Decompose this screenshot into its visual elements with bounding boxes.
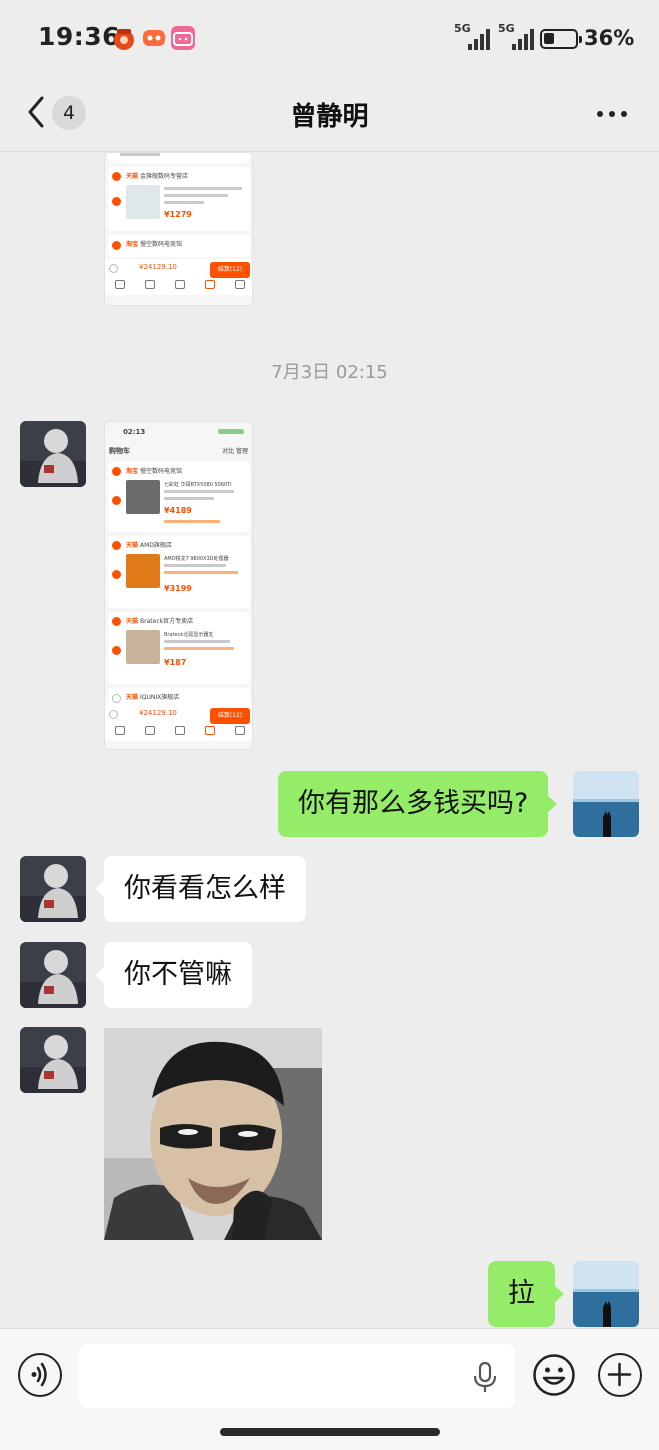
- more-button[interactable]: [594, 100, 630, 128]
- emoji-button[interactable]: [532, 1353, 576, 1397]
- microphone-icon[interactable]: [472, 1361, 498, 1393]
- chat-timestamp: 7月3日 02:15: [271, 362, 388, 383]
- status-time: 19:36: [38, 22, 121, 51]
- cart-store-card: 天猫 AMD旗舰店 AMD锐龙7 9800X3D处理器 ¥3199: [108, 536, 250, 608]
- plus-icon: [607, 1362, 632, 1387]
- shopping-cart-screenshot-image[interactable]: 天猫 金旗舰数码专营店 ¥1279 淘宝 慢空数码电竞馆 ¥24129.10 结算(…: [104, 152, 253, 306]
- battery-percent: 36%: [584, 26, 635, 50]
- home-indicator[interactable]: [220, 1428, 440, 1436]
- voice-icon: [31, 1362, 47, 1387]
- voice-button[interactable]: [18, 1353, 62, 1397]
- app-notification-icon: [112, 26, 136, 50]
- contact-avatar[interactable]: [20, 856, 86, 922]
- contact-avatar[interactable]: [20, 942, 86, 1008]
- self-avatar[interactable]: [573, 771, 639, 837]
- status-bar: 19:36 5G 5G 36%: [38, 22, 635, 51]
- message-bubble-sent[interactable]: 拉: [488, 1261, 564, 1327]
- shopping-cart-screenshot-image[interactable]: 02:13 购物车 对比 管理 淘宝 慢空数码电竞馆 七彩虹 华硕RTX5080 …: [104, 421, 253, 750]
- emoji-icon: [533, 1354, 575, 1396]
- battery-icon: [540, 29, 582, 49]
- self-avatar[interactable]: [573, 1261, 639, 1327]
- cart-store-card: 天猫 Brateck官方专卖店 Brateck北弧显示器支 ¥187: [108, 612, 250, 684]
- game-app-icon: [142, 26, 166, 50]
- chat-header: 4 曾静明: [0, 78, 659, 152]
- cart-store-card: 淘宝 慢空数码电竞馆: [108, 235, 250, 257]
- message-bubble-sent[interactable]: 你有那么多钱买吗?: [278, 771, 558, 837]
- cart-store-card: 淘宝 慢空数码电竞馆 七彩虹 华硕RTX5080 5060Ti ¥4189: [108, 462, 250, 532]
- plus-button[interactable]: [598, 1353, 642, 1397]
- cart-footer: ¥24129.10 结算(12): [105, 705, 252, 741]
- message-input[interactable]: [79, 1344, 515, 1408]
- message-bubble-received[interactable]: 你不管嘛: [95, 942, 252, 1008]
- chat-title: 曾静明: [290, 102, 369, 132]
- more-dots-icon: [597, 111, 627, 117]
- message-bubble-received[interactable]: 你看看怎么样: [95, 856, 306, 922]
- cart-store-card: [108, 153, 250, 163]
- battery-level: [544, 33, 554, 44]
- contact-avatar[interactable]: [20, 1027, 86, 1093]
- cart-footer: ¥24129.10 结算(12): [105, 259, 252, 295]
- cart-store-card: 天猫 金旗舰数码专营店 ¥1279: [108, 167, 250, 231]
- contact-avatar[interactable]: [20, 421, 86, 487]
- bilibili-app-icon: [171, 26, 195, 50]
- meme-sticker-image[interactable]: [104, 1028, 322, 1240]
